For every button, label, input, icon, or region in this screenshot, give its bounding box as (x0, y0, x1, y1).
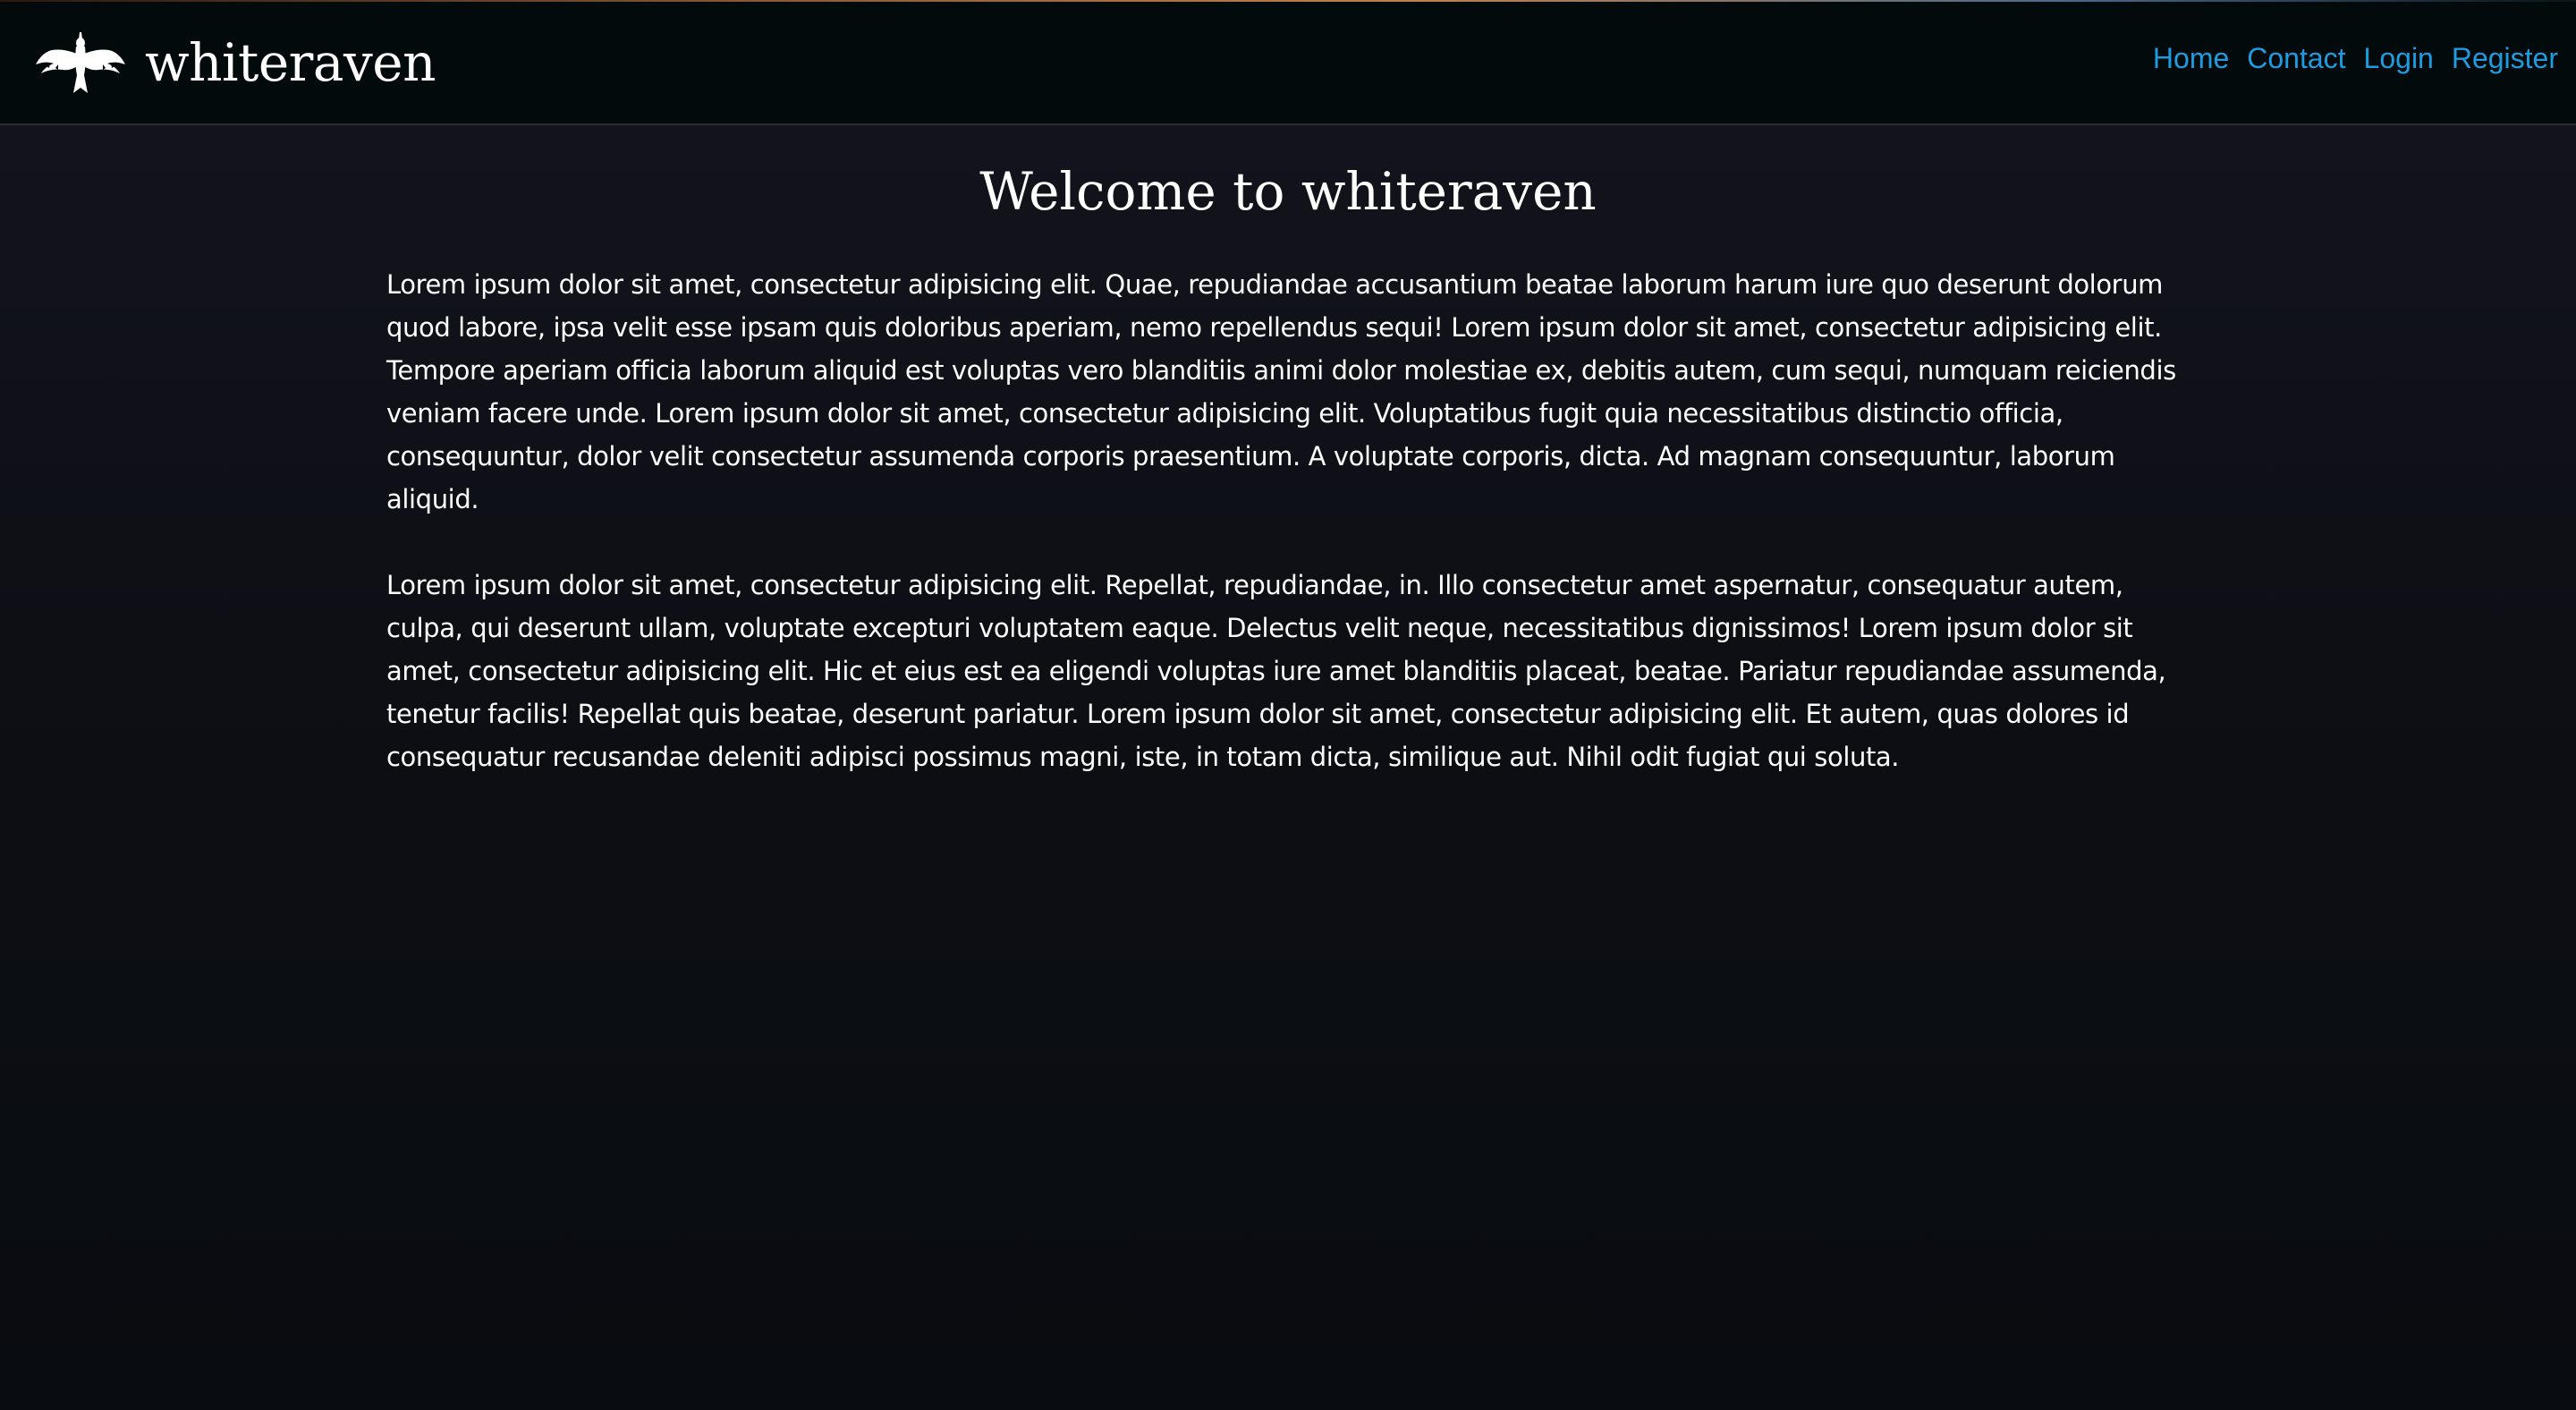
nav-link-login[interactable]: Login (2364, 41, 2434, 75)
nav-links: Home Contact Login Register (2153, 41, 2558, 75)
brand-name: whiteraven (145, 32, 436, 93)
intro-paragraph: Lorem ipsum dolor sit amet, consectetur … (386, 268, 2176, 514)
nav-link-register[interactable]: Register (2452, 41, 2558, 75)
second-paragraph: Lorem ipsum dolor sit amet, consectetur … (386, 569, 2166, 772)
nav-link-home[interactable]: Home (2153, 41, 2229, 75)
page-title: Welcome to whiteraven (979, 161, 1597, 222)
main-content: Welcome to whiteraven Lorem ipsum dolor … (386, 125, 2190, 821)
navbar: whiteraven Home Contact Login Register (0, 2, 2576, 125)
nav-link-contact[interactable]: Contact (2247, 41, 2345, 75)
raven-silhouette-icon (36, 32, 125, 93)
brand-home-link[interactable]: whiteraven (36, 29, 436, 97)
